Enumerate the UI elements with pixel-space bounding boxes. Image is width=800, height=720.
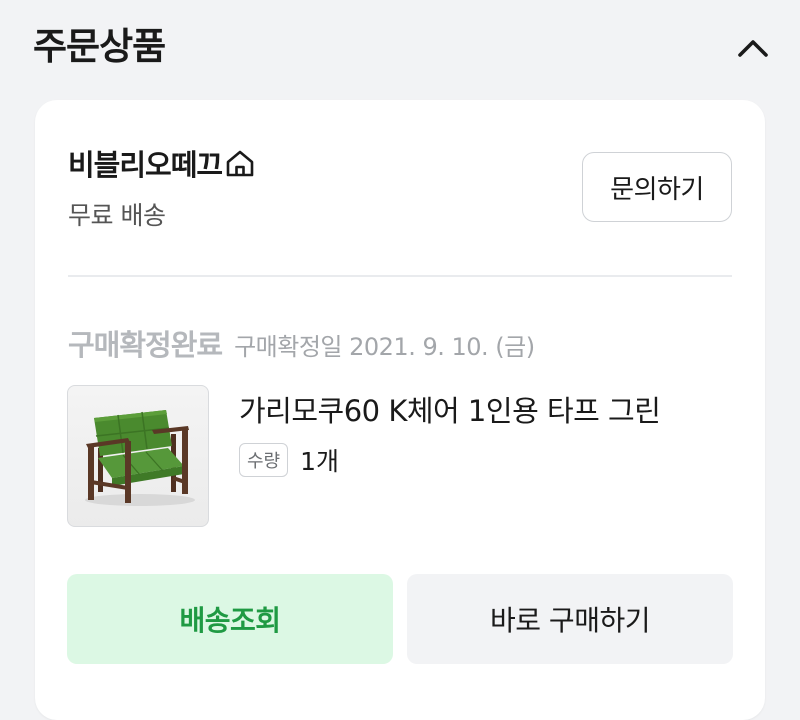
- divider: [68, 275, 732, 277]
- order-card: 비블리오떼끄 무료 배송 문의하기 구매확정완료 구매확정일 2021. 9. …: [35, 100, 765, 720]
- track-delivery-button[interactable]: 배송조회: [67, 574, 393, 664]
- armchair-image: [85, 410, 195, 506]
- quantity-value: 1개: [300, 447, 340, 476]
- shipping-info: 무료 배송: [68, 201, 166, 230]
- purchase-confirm-date: 구매확정일 2021. 9. 10. (금): [234, 333, 535, 361]
- section-title: 주문상품: [33, 25, 166, 68]
- quantity-badge: 수량: [239, 443, 289, 477]
- product-image[interactable]: [67, 385, 209, 527]
- store-name[interactable]: 비블리오떼끄: [68, 142, 223, 184]
- store-name-row[interactable]: 비블리오떼끄: [68, 142, 256, 184]
- order-status: 구매확정완료: [68, 328, 223, 362]
- chevron-up-icon: [738, 40, 768, 57]
- order-items-header: 주문상품: [33, 22, 773, 72]
- home-icon[interactable]: [224, 148, 256, 178]
- order-status-row: 구매확정완료 구매확정일 2021. 9. 10. (금): [68, 322, 535, 364]
- buy-again-button[interactable]: 바로 구매하기: [407, 574, 733, 664]
- collapse-button[interactable]: [733, 28, 773, 68]
- product-name[interactable]: 가리모쿠60 K체어 1인용 타프 그린: [239, 388, 661, 430]
- inquiry-button[interactable]: 문의하기: [582, 152, 732, 222]
- quantity-row: 수량 1개: [239, 442, 339, 478]
